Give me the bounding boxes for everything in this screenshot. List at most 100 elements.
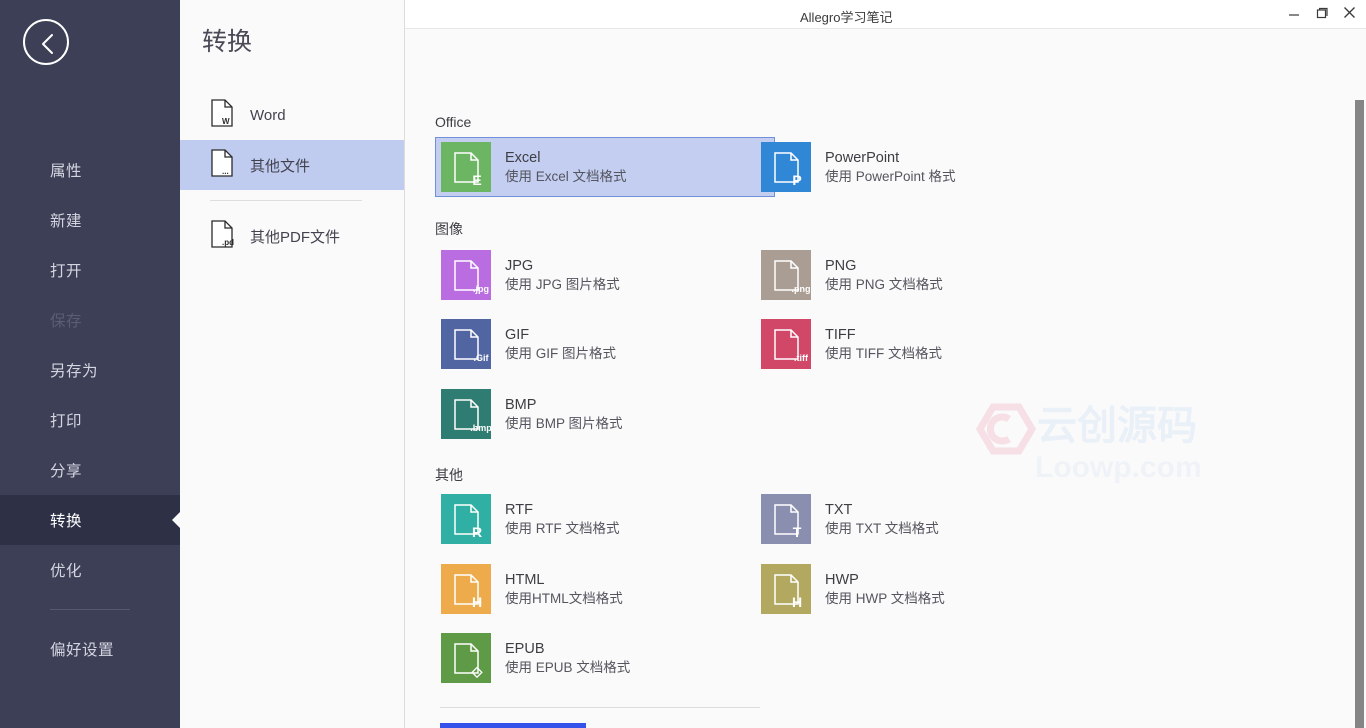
format-name: HTML — [505, 571, 545, 588]
format-card-excel[interactable]: E Excel 使用 Excel 文档格式 — [435, 137, 775, 197]
format-text: HTML 使用HTML文档格式 — [505, 570, 623, 609]
format-card-gif[interactable]: .Gif GIF 使用 GIF 图片格式 — [435, 314, 775, 374]
doc-pdf-icon: .pdf — [210, 220, 250, 252]
scrollbar-track[interactable] — [1352, 58, 1366, 728]
format-card-png[interactable]: .png PNG 使用 PNG 文档格式 — [755, 245, 1095, 305]
format-description: 使用 BMP 图片格式 — [505, 415, 623, 431]
svg-text:T: T — [793, 524, 802, 540]
bottom-divider — [440, 707, 760, 708]
convert-source-item-0[interactable]: W Word — [180, 90, 404, 140]
format-card-rtf[interactable]: R RTF 使用 RTF 文档格式 — [435, 489, 775, 549]
sidebar-item-label: 分享 — [50, 463, 83, 480]
format-description: 使用 GIF 图片格式 — [505, 345, 616, 361]
format-card-bmp[interactable]: .bmp BMP 使用 BMP 图片格式 — [435, 384, 775, 444]
format-description: 使用 JPG 图片格式 — [505, 276, 620, 292]
tiff-file-icon: .tiff — [761, 319, 811, 369]
convert-source-label: 其他PDF文件 — [250, 228, 341, 246]
html-file-icon: H — [441, 564, 491, 614]
format-name: PNG — [825, 257, 857, 274]
sidebar-item-7[interactable]: 转换 — [0, 495, 181, 545]
format-name: EPUB — [505, 640, 545, 657]
svg-text:...: ... — [222, 167, 229, 176]
convert-source-label: Word — [250, 106, 286, 124]
format-card-html[interactable]: H HTML 使用HTML文档格式 — [435, 559, 775, 619]
format-text: RTF 使用 RTF 文档格式 — [505, 500, 620, 539]
excel-file-icon: E — [441, 142, 491, 192]
format-card-txt[interactable]: T TXT 使用 TXT 文档格式 — [755, 489, 1095, 549]
txt-file-icon: T — [761, 494, 811, 544]
main-content: 云创源码 Loowp.com Office E Excel 使用 Excel 文档格式… — [405, 29, 1366, 728]
section-heading-0: Office — [435, 114, 472, 130]
sidebar-divider — [50, 609, 130, 610]
sidebar-item-5[interactable]: 打印 — [0, 395, 180, 445]
format-text: HWP 使用 HWP 文档格式 — [825, 570, 945, 609]
format-name: TXT — [825, 501, 853, 518]
scrollbar-thumb[interactable] — [1355, 100, 1364, 728]
doc-dots-icon: ... — [210, 149, 250, 181]
svg-text:.png: .png — [792, 284, 811, 294]
svg-text:.bmp: .bmp — [470, 423, 491, 433]
convert-source-item-2[interactable]: .pdf 其他PDF文件 — [180, 211, 404, 261]
section-heading-2: 其他 — [435, 467, 463, 483]
format-text: JPG 使用 JPG 图片格式 — [505, 256, 620, 295]
format-text: EPUB 使用 EPUB 文档格式 — [505, 639, 630, 678]
svg-text:H: H — [792, 594, 802, 610]
sidebar-item-4[interactable]: 另存为 — [0, 345, 180, 395]
format-name: Excel — [505, 149, 541, 166]
sidebar-item-6[interactable]: 分享 — [0, 445, 180, 495]
panel-divider — [210, 200, 362, 201]
format-card-hwp[interactable]: H HWP 使用 HWP 文档格式 — [755, 559, 1095, 619]
convert-panel: 转换 W Word... 其他文件 .pdf 其他PDF文件 — [180, 0, 405, 728]
close-button[interactable] — [1334, 0, 1364, 29]
format-description: 使用 PNG 文档格式 — [825, 276, 943, 292]
sidebar-item-0[interactable]: 属性 — [0, 145, 180, 195]
format-text: PowerPoint 使用 PowerPoint 格式 — [825, 148, 956, 187]
bmp-file-icon: .bmp — [441, 389, 492, 439]
minimize-button[interactable] — [1279, 0, 1309, 29]
panel-title: 转换 — [202, 28, 253, 56]
sidebar-item-8[interactable]: 优化 — [0, 545, 180, 595]
back-button[interactable] — [23, 19, 69, 65]
format-name: JPG — [505, 257, 534, 274]
format-description: 使用 EPUB 文档格式 — [505, 659, 631, 675]
format-description: 使用 RTF 文档格式 — [505, 520, 620, 536]
convert-source-list: W Word... 其他文件 .pdf 其他PDF文件 — [180, 90, 404, 261]
watermark-en-text: Loowp.com — [1035, 451, 1202, 484]
svg-text:.tiff: .tiff — [794, 353, 809, 363]
sidebar-item-1[interactable]: 新建 — [0, 195, 180, 245]
epub-file-icon: ◇ — [441, 633, 491, 683]
format-name: RTF — [505, 501, 533, 518]
jpg-file-icon: .jpg — [441, 250, 491, 300]
watermark-cn-text: 云创源码 — [1037, 404, 1197, 448]
svg-text:E: E — [472, 172, 481, 188]
svg-text:◇: ◇ — [471, 663, 484, 679]
format-card-epub[interactable]: ◇ EPUB 使用 EPUB 文档格式 — [435, 628, 775, 688]
sidebar-item-label: 保存 — [50, 313, 83, 330]
format-text: TIFF 使用 TIFF 文档格式 — [825, 325, 942, 364]
sidebar-item-3: 保存 — [0, 295, 180, 345]
format-name: BMP — [505, 396, 537, 413]
format-card-tiff[interactable]: .tiff TIFF 使用 TIFF 文档格式 — [755, 314, 1095, 374]
doc-w-icon: W — [210, 99, 250, 131]
sidebar-item-label: 优化 — [50, 563, 83, 580]
convert-source-item-1[interactable]: ... 其他文件 — [180, 140, 404, 190]
sidebar-item-2[interactable]: 打开 — [0, 245, 180, 295]
format-text: Excel 使用 Excel 文档格式 — [505, 148, 627, 187]
sidebar-item-label: 打开 — [50, 263, 83, 280]
format-name: TIFF — [825, 326, 856, 343]
format-card-jpg[interactable]: .jpg JPG 使用 JPG 图片格式 — [435, 245, 775, 305]
maximize-icon — [1316, 6, 1328, 24]
maximize-button[interactable] — [1307, 0, 1337, 29]
format-card-powerpoint[interactable]: P PowerPoint 使用 PowerPoint 格式 — [755, 137, 1095, 197]
sidebar-item-label: 属性 — [50, 163, 83, 180]
format-name: PowerPoint — [825, 149, 900, 166]
convert-button[interactable] — [440, 723, 586, 728]
format-name: HWP — [825, 571, 859, 588]
watermark: 云创源码 Loowp.com — [975, 399, 1235, 489]
format-description: 使用 TIFF 文档格式 — [825, 345, 942, 361]
sidebar-item-label: 另存为 — [50, 363, 99, 380]
sidebar-item-label: 转换 — [50, 513, 83, 530]
sidebar-item-9[interactable]: 偏好设置 — [0, 624, 180, 674]
png-file-icon: .png — [761, 250, 811, 300]
sidebar-item-label: 偏好设置 — [50, 642, 115, 659]
